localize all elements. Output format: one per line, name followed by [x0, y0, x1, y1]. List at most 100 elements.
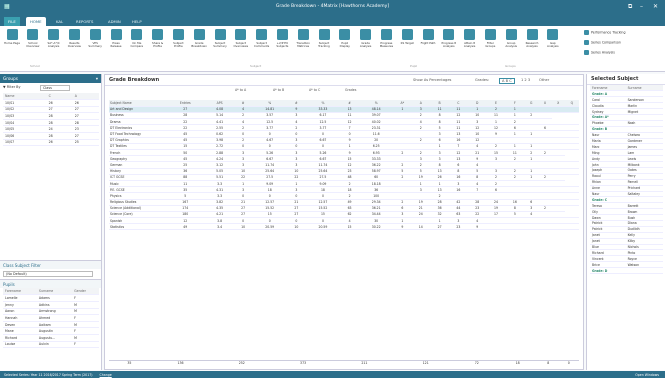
ribbon-button[interactable]: Grade Analysis	[358, 29, 374, 65]
pupil-row[interactable]: Richard Augustu... M	[3, 334, 99, 342]
series-comparison-button[interactable]: Series Comparison	[584, 40, 621, 45]
ribbon-button[interactable]: Research Analysis	[524, 29, 540, 65]
tab-home[interactable]: HOME	[26, 17, 46, 26]
pupil-cell: Louise	[3, 341, 37, 349]
pupil-row[interactable]: Deven Aaikam M	[3, 321, 99, 329]
title-bar: ▦ Grade Breakdown - 4Matrix [Hawthorns A…	[0, 0, 665, 14]
ribbon-button-label: Home Page	[4, 41, 20, 45]
pupil-row[interactable]: Aaron Armstrong M	[3, 308, 99, 316]
ribbon-button[interactable]: Filter Groups	[482, 29, 498, 65]
ribbon-button[interactable]: KS Target	[399, 29, 415, 65]
ribbon-tabs: FILE HOME KAL REPORTS ADMIN HELP	[0, 14, 665, 26]
analysis-icon	[584, 50, 589, 55]
grade-opt-abc[interactable]: A B C	[499, 78, 515, 84]
selected-subject-panel: Selected Subject Forename Surname Grade: …	[586, 74, 665, 370]
total-cell: 72	[456, 359, 498, 366]
ribbon-button-icon	[547, 29, 559, 40]
tab-reports[interactable]: REPORTS	[72, 17, 97, 26]
panel-header: Grade Breakdown Show As Percentages Grad…	[105, 75, 583, 86]
ribbon-button[interactable]: Subject Tracking	[316, 29, 332, 65]
ribbon-button[interactable]: Transition Matrices	[295, 29, 311, 65]
grade-group-row[interactable]: Grade: D	[590, 267, 663, 274]
col-forename[interactable]: Forename	[3, 288, 37, 296]
ribbon-button[interactable]: Press Release	[108, 29, 124, 65]
ribbon-button[interactable]: VPS Summary	[87, 29, 103, 65]
pupil-row[interactable]: Louise Aulvin F	[3, 341, 99, 349]
pupils-header[interactable]: Pupils	[0, 279, 101, 289]
group-row[interactable]: 10/S5 24 23	[3, 125, 99, 134]
ribbon-button-label: Transition Matrices	[296, 41, 310, 49]
table-cell: 27	[430, 223, 449, 231]
ribbon-button[interactable]: Home Page	[4, 29, 20, 65]
ribbon-button-icon	[484, 29, 496, 40]
class-filter-select[interactable]: (No Default)	[3, 271, 93, 278]
ribbon-button[interactable]: +2/P EU Subjects	[274, 29, 290, 65]
ribbon-button[interactable]: On Me Compare	[129, 29, 145, 65]
pupil-row[interactable]: Mane Augustin F	[3, 327, 99, 335]
tab-admin[interactable]: ADMIN	[104, 17, 125, 26]
change-link[interactable]: Change	[100, 373, 112, 377]
class-filter-header[interactable]: Class Subject Filter	[0, 260, 101, 270]
ribbon-button[interactable]: Grade Breakdown	[191, 29, 207, 65]
group-row[interactable]: 10/S4 28 28	[3, 119, 99, 127]
ribbon-button[interactable]: Group Analysis	[503, 29, 519, 65]
close-icon[interactable]: ✕	[653, 3, 658, 10]
group-row[interactable]: 10/S3 28 27	[3, 112, 99, 120]
ribbon-button[interactable]: Share & Profile	[150, 29, 166, 65]
table-cell: 20.59	[252, 223, 287, 231]
grade-opt-other[interactable]: Other	[539, 78, 549, 82]
ribbon-button-icon	[256, 29, 268, 40]
ribbon-button[interactable]: Gap Analysis	[545, 29, 561, 65]
col-c[interactable]: C	[46, 93, 73, 101]
ribbon-button[interactable]: Progress Measures	[378, 29, 394, 65]
ribbon-button[interactable]: Subject Comments	[254, 29, 270, 65]
show-percentages-toggle[interactable]: Show As Percentages	[413, 78, 451, 82]
performance-tracking-button[interactable]: Performance Tracking	[584, 30, 625, 35]
ribbon-button-label: Subject Tracking	[318, 41, 330, 49]
ribbon-button[interactable]: Attain 8 Analysis	[462, 29, 478, 65]
pupil-cell: Augustin	[36, 327, 73, 335]
group-row[interactable]: 10/S1 26 26	[3, 99, 99, 107]
minimize-icon[interactable]: –	[640, 3, 643, 10]
pupil-row[interactable]: Hannah Ahmed F	[3, 314, 99, 322]
col-name[interactable]: Name	[3, 93, 47, 101]
grade-opt-123[interactable]: 1 2 3	[521, 78, 530, 82]
ribbon-button[interactable]: Subject Summary	[212, 29, 228, 65]
ribbon-button[interactable]: SA*-A*/C Analysis	[46, 29, 62, 65]
ribbon-button-label: Filter Groups	[485, 41, 496, 49]
pupil-row[interactable]: Jenny Adkins M	[3, 301, 99, 309]
open-windows[interactable]: Open Windows	[635, 373, 659, 377]
tab-file[interactable]: FILE	[4, 17, 20, 26]
ribbon-button-icon	[131, 29, 143, 40]
total-cell: 373	[272, 359, 334, 366]
group-cell: 10/S5	[3, 125, 47, 134]
group-row[interactable]: 10/S7 26 25	[3, 139, 99, 147]
class-filter-row: (No Default)	[0, 269, 101, 279]
ribbon-button[interactable]: Progress 8 Analysis	[441, 29, 457, 65]
ribbon-button[interactable]: Flight Path	[420, 29, 436, 65]
ribbon-button[interactable]: Results Overview	[66, 29, 82, 65]
ribbon-button[interactable]: Pupil Display	[337, 29, 353, 65]
col-a[interactable]: A	[72, 93, 99, 101]
filter-select[interactable]: Class	[40, 85, 70, 91]
ribbon-button[interactable]: Subject Overviews	[233, 29, 249, 65]
comparison-icon	[584, 40, 589, 45]
col-surname[interactable]: Surname	[36, 288, 73, 296]
table-row[interactable]: Statistics 49 3.4 10 20.59 10 20.59 15 30.22 9 14 2…	[109, 223, 579, 231]
pupil-row[interactable]: Lomelle Adams F	[3, 294, 99, 302]
series-analysis-button[interactable]: Series Analysis	[584, 50, 615, 55]
table-cell	[564, 106, 579, 113]
group-row[interactable]: 10/S2 27 27	[3, 106, 99, 114]
restore-icon[interactable]: ⧉	[628, 3, 632, 11]
tab-help[interactable]: HELP	[128, 17, 146, 26]
ribbon-button-icon	[422, 29, 434, 40]
ribbon-button[interactable]: School Overview	[25, 29, 41, 65]
tab-kal[interactable]: KAL	[52, 17, 67, 26]
ribbon-button-icon	[297, 29, 309, 40]
ribbon-button-label: Grade Breakdown	[191, 41, 207, 49]
ribbon-button[interactable]: Subject Profile	[170, 29, 186, 65]
col-gender[interactable]: Gender	[72, 288, 99, 296]
pin-icon[interactable]: ▾	[96, 76, 98, 81]
group-head-grades: Grades	[345, 88, 357, 92]
group-row[interactable]: 10/S6 28 27	[3, 132, 99, 140]
